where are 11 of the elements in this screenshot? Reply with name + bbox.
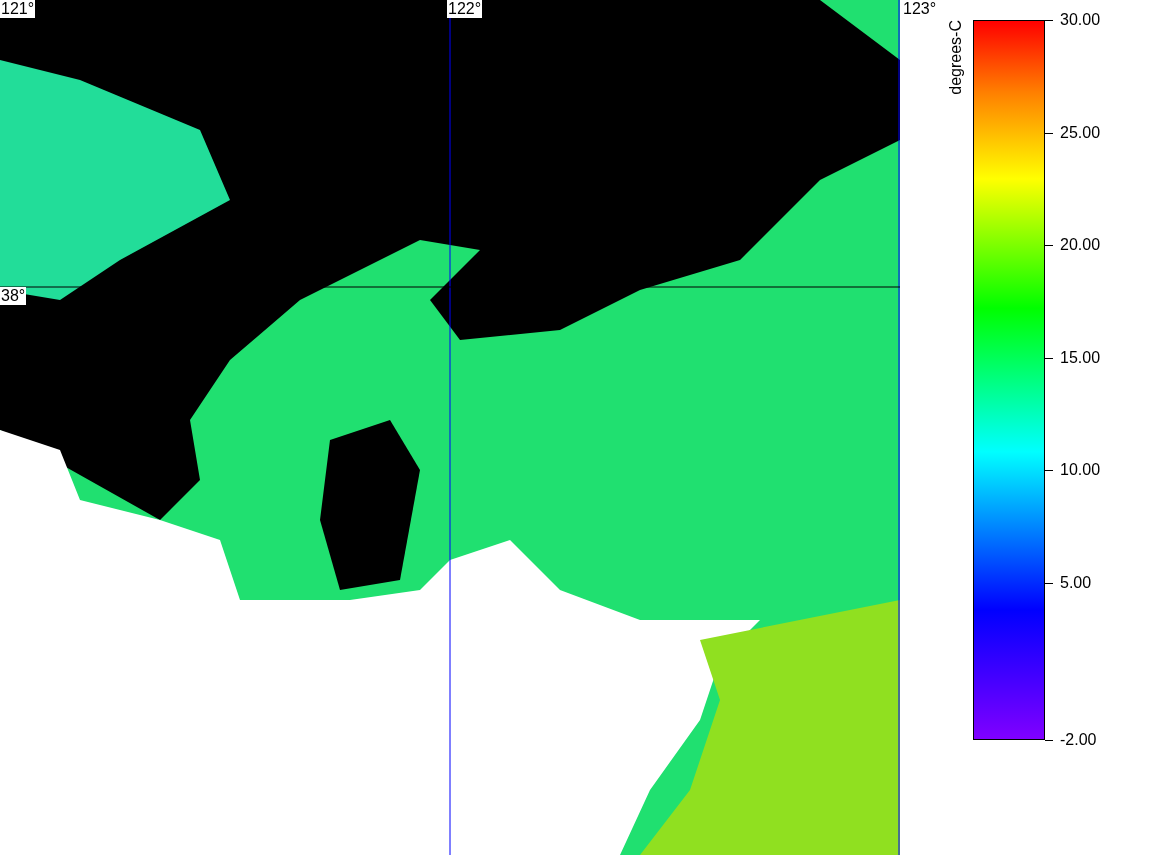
longitude-label: 121° bbox=[0, 0, 36, 18]
scale-value: 30.00 bbox=[1060, 11, 1101, 29]
scale-value: 25.00 bbox=[1060, 123, 1101, 142]
scale-value: 5.00 bbox=[1060, 573, 1092, 592]
scale-value: 15.00 bbox=[1060, 348, 1101, 367]
scale-value: 10.00 bbox=[1060, 461, 1101, 479]
latitude-label: 38° bbox=[0, 287, 27, 305]
longitude-label: 122° bbox=[447, 0, 483, 18]
scale-value: 20.00 bbox=[1060, 236, 1101, 254]
scale-value: -2.00 bbox=[1060, 731, 1097, 749]
unit-label: degrees-C bbox=[947, 20, 965, 95]
